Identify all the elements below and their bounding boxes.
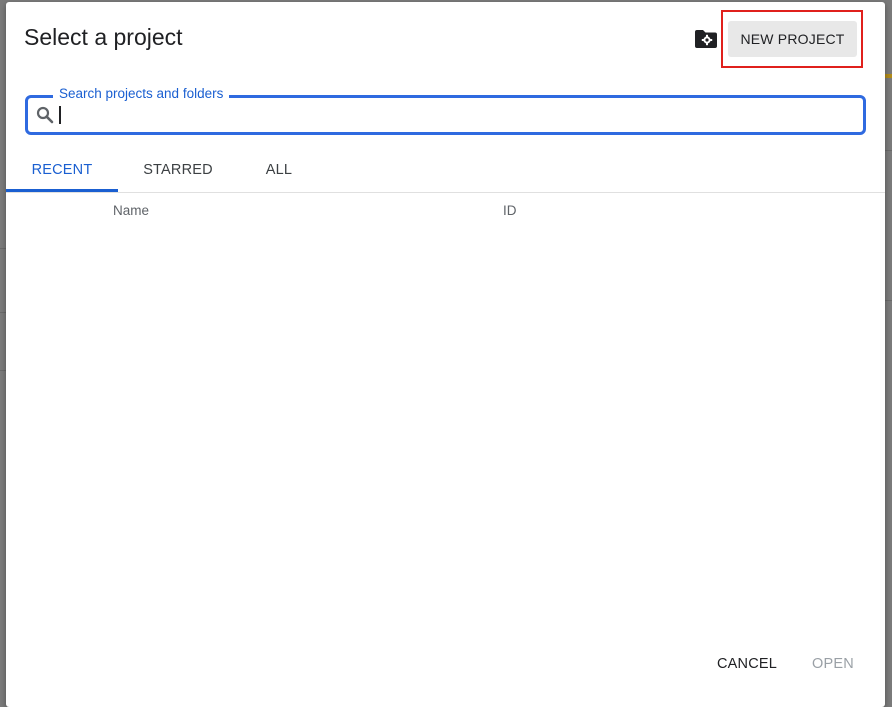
search-input[interactable] xyxy=(58,102,848,128)
cancel-button[interactable]: CANCEL xyxy=(715,652,779,676)
background-accent xyxy=(885,74,892,78)
new-project-button[interactable]: NEW PROJECT xyxy=(728,21,857,57)
text-cursor xyxy=(59,106,61,124)
tab-recent[interactable]: RECENT xyxy=(6,162,118,192)
folder-gear-icon[interactable] xyxy=(693,28,719,50)
open-button[interactable]: OPEN xyxy=(809,652,857,676)
search-icon xyxy=(36,106,54,124)
tabs-divider xyxy=(6,192,885,193)
select-project-dialog: Select a project NEW PROJECT Search proj… xyxy=(6,2,885,707)
tab-starred[interactable]: STARRED xyxy=(130,162,226,192)
column-header-id[interactable]: ID xyxy=(503,203,517,218)
background-divider xyxy=(885,150,892,151)
tab-all[interactable]: ALL xyxy=(246,162,312,192)
background-divider xyxy=(885,300,892,301)
column-header-name[interactable]: Name xyxy=(113,203,149,218)
dialog-title: Select a project xyxy=(24,24,183,50)
search-label: Search projects and folders xyxy=(53,86,230,101)
